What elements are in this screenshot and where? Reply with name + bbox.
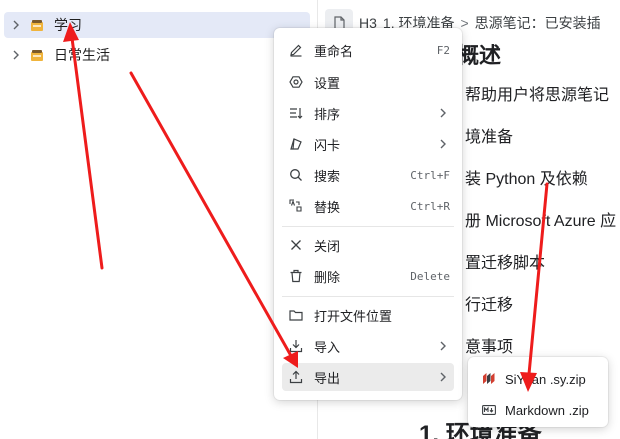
menu-item-label: 排序 bbox=[314, 106, 341, 122]
menu-item-label: 替换 bbox=[314, 199, 341, 215]
menu-item-settings[interactable]: 设置 bbox=[282, 68, 454, 96]
markdown-icon bbox=[482, 403, 496, 417]
menu-divider bbox=[282, 226, 454, 227]
breadcrumb-doc-title[interactable]: 思源笔记：已安装插 bbox=[475, 13, 601, 33]
siyuan-logo-icon bbox=[482, 372, 496, 386]
notebook-icon bbox=[30, 18, 44, 32]
export-markdown-button[interactable]: Markdown .zip bbox=[476, 396, 600, 424]
import-icon bbox=[288, 338, 304, 354]
chevron-right-icon[interactable] bbox=[8, 17, 24, 33]
outline-line: 意事项 bbox=[465, 339, 514, 356]
replace-icon bbox=[288, 198, 304, 214]
export-icon bbox=[288, 369, 304, 385]
chevron-right-icon bbox=[436, 137, 450, 151]
menu-item-label: 删除 bbox=[314, 269, 341, 285]
menu-item-export[interactable]: 导出 bbox=[282, 363, 454, 391]
outline-heading: 概述 bbox=[457, 43, 502, 68]
menu-item-flashcard[interactable]: 闪卡 bbox=[282, 130, 454, 158]
pencil-icon bbox=[288, 42, 304, 58]
export-submenu: SiYuan .sy.zip Markdown .zip bbox=[468, 357, 608, 427]
outline-line: 册 Microsoft Azure 应 bbox=[465, 213, 617, 230]
menu-item-label: 打开文件位置 bbox=[314, 308, 393, 324]
tree-item-daily-life[interactable]: 日常生活 bbox=[4, 42, 310, 68]
flashcard-icon bbox=[288, 136, 304, 152]
menu-item-shortcut: Ctrl+R bbox=[410, 199, 450, 213]
close-icon bbox=[288, 237, 304, 253]
outline-line: 行迁移 bbox=[465, 297, 514, 314]
search-icon bbox=[288, 167, 304, 183]
menu-item-open-file-location[interactable]: 打开文件位置 bbox=[282, 301, 454, 329]
menu-item-close[interactable]: 关闭 bbox=[282, 231, 454, 259]
chevron-right-icon[interactable] bbox=[8, 47, 24, 63]
menu-item-shortcut: F2 bbox=[436, 43, 450, 57]
folder-icon bbox=[288, 307, 304, 323]
menu-item-label: 导入 bbox=[314, 339, 341, 355]
menu-item-rename[interactable]: 重命名 F2 bbox=[282, 36, 454, 64]
export-markdown-label: Markdown .zip bbox=[505, 402, 589, 418]
chevron-right-icon bbox=[436, 339, 450, 353]
menu-item-label: 重命名 bbox=[314, 43, 354, 59]
outline-line: 境准备 bbox=[465, 129, 514, 146]
menu-item-shortcut: Ctrl+F bbox=[410, 168, 450, 182]
tree-item-label: 学习 bbox=[54, 17, 82, 33]
export-siyuan-button[interactable]: SiYuan .sy.zip bbox=[476, 365, 600, 393]
menu-item-search[interactable]: 搜索 Ctrl+F bbox=[282, 161, 454, 189]
menu-item-label: 设置 bbox=[314, 75, 341, 91]
tree-item-label: 日常生活 bbox=[54, 47, 110, 63]
outline-line: 帮助用户将思源笔记 bbox=[465, 87, 610, 104]
menu-item-delete[interactable]: 删除 Delete bbox=[282, 262, 454, 290]
tree-item-study[interactable]: 学习 bbox=[4, 12, 310, 38]
notebook-sidebar: 学习 日常生活 bbox=[0, 0, 318, 439]
trash-icon bbox=[288, 268, 304, 284]
chevron-right-icon bbox=[436, 106, 450, 120]
sort-icon bbox=[288, 105, 304, 121]
menu-item-label: 闪卡 bbox=[314, 137, 341, 153]
outline-line: 装 Python 及依赖 bbox=[465, 171, 588, 188]
export-siyuan-label: SiYuan .sy.zip bbox=[505, 371, 586, 387]
chevron-right-icon bbox=[436, 370, 450, 384]
notebook-icon bbox=[30, 48, 44, 62]
menu-divider bbox=[282, 296, 454, 297]
menu-item-replace[interactable]: 替换 Ctrl+R bbox=[282, 192, 454, 220]
menu-item-label: 搜索 bbox=[314, 168, 341, 184]
menu-item-label: 关闭 bbox=[314, 238, 341, 254]
settings-icon bbox=[288, 74, 304, 90]
outline-line: 置迁移脚本 bbox=[465, 255, 546, 272]
menu-item-sort[interactable]: 排序 bbox=[282, 99, 454, 127]
menu-item-import[interactable]: 导入 bbox=[282, 332, 454, 360]
menu-item-label: 导出 bbox=[314, 370, 341, 386]
menu-item-shortcut: Delete bbox=[410, 269, 450, 283]
context-menu: 重命名 F2 设置 排序 闪卡 搜索 Ctrl+F 替换 Ctrl+R 关闭 删… bbox=[274, 28, 462, 400]
breadcrumb-separator: > bbox=[460, 15, 469, 31]
